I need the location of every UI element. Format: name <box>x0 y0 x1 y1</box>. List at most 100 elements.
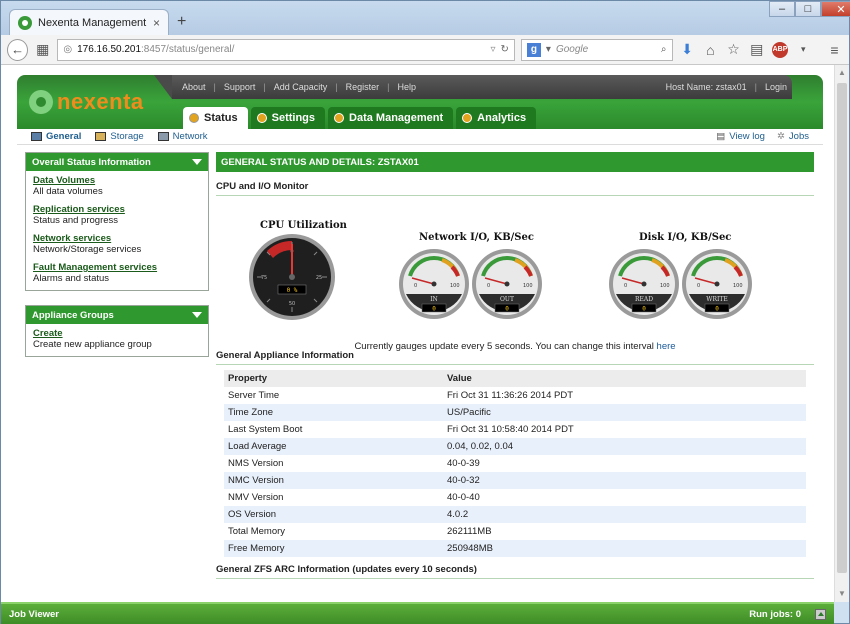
jobs-link[interactable]: ✲ Jobs <box>777 131 809 142</box>
new-tab-button[interactable]: + <box>177 13 186 31</box>
cpu-io-monitor-title: CPU and I/O Monitor <box>216 172 814 196</box>
read-gauge-value: 0 <box>642 306 646 313</box>
scroll-down-icon[interactable]: ▼ <box>838 589 846 598</box>
sub-navigation: General Storage Network ▤ View log ✲ Jobs <box>17 129 823 145</box>
adblock-icon[interactable]: ABP <box>771 41 789 59</box>
subnav-network[interactable]: Network <box>157 131 208 142</box>
link-add-capacity[interactable]: Add Capacity <box>274 82 328 92</box>
tab-status-label: Status <box>204 112 238 124</box>
web-page: nexenta About | Support | Add Capacity | Re… <box>1 65 834 602</box>
address-bar[interactable]: ◎ 176.16.50.201:8457/status/general/ ▿ ↻ <box>57 38 515 61</box>
nexenta-logo-icon <box>29 90 53 114</box>
interval-here-link[interactable]: here <box>657 341 676 352</box>
list-item: Data Volumes All data volumes <box>33 175 201 197</box>
search-icon[interactable]: ⌕ <box>661 44 667 55</box>
table-row: Server Time Fri Oct 31 11:36:26 2014 PDT <box>224 387 806 404</box>
home-icon[interactable]: ⌂ <box>702 41 719 59</box>
property-cell: Total Memory <box>224 523 443 540</box>
host-name-label: Host Name: zstax01 <box>665 82 747 92</box>
disk-write-gauge: 0 100 WRITE 0 <box>682 249 752 319</box>
in-gauge-value: 0 <box>432 306 436 313</box>
search-bar[interactable]: g ▾ Google ⌕ <box>520 38 673 61</box>
write-gauge-max: 100 <box>733 283 743 289</box>
in-gauge-min: 0 <box>414 283 417 289</box>
subnav-general-label: General <box>46 131 82 142</box>
settings-tab-icon <box>256 113 267 123</box>
appliance-groups-header[interactable]: Appliance Groups <box>26 306 208 324</box>
job-viewer-bar[interactable]: Job Viewer Run jobs: 0 <box>1 602 834 624</box>
status-title-bar: GENERAL STATUS AND DETAILS: ZSTAX01 <box>216 152 814 172</box>
page-grid-icon[interactable]: ▦ <box>34 41 51 59</box>
google-icon[interactable]: g <box>526 42 541 57</box>
network-io-title: Network I/O, KB/Sec <box>419 232 534 243</box>
value-cell: 0.04, 0.02, 0.04 <box>443 438 806 455</box>
tab-analytics[interactable]: Analytics <box>456 107 537 129</box>
subnav-general[interactable]: General <box>31 131 81 142</box>
table-row: Last System Boot Fri Oct 31 10:58:40 2014… <box>224 421 806 438</box>
tab-data-management[interactable]: Data Management <box>328 107 454 129</box>
network-services-link[interactable]: Network services <box>33 233 201 244</box>
out-gauge-min: 0 <box>487 283 490 289</box>
reload-icon[interactable]: ↻ <box>501 44 509 55</box>
property-cell: Server Time <box>224 387 443 404</box>
back-button[interactable]: ← <box>7 38 29 61</box>
property-cell: NMV Version <box>224 489 443 506</box>
login-link[interactable]: Login <box>765 82 787 92</box>
tab-status[interactable]: Status <box>183 107 248 129</box>
list-item: Network services Network/Storage services <box>33 233 201 255</box>
link-register[interactable]: Register <box>346 82 380 92</box>
network-in-gauge: 0 100 IN 0 <box>399 249 469 319</box>
data-volumes-link[interactable]: Data Volumes <box>33 175 201 186</box>
maximize-icon[interactable]: □ <box>795 1 821 17</box>
link-help[interactable]: Help <box>397 82 416 92</box>
subnav-storage[interactable]: Storage <box>95 131 144 142</box>
tab-close-icon[interactable]: × <box>153 16 160 30</box>
page-scrollbar[interactable]: ▲ ▼ <box>834 65 849 602</box>
collapse-triangle-icon[interactable] <box>192 159 202 165</box>
adblock-dropdown-icon[interactable]: ▾ <box>795 41 812 59</box>
dropdown-arrow-icon[interactable]: ▿ <box>491 44 496 55</box>
download-icon[interactable]: ⬇ <box>679 41 696 59</box>
link-about[interactable]: About <box>182 82 206 92</box>
appliance-info-table: Property Value Server Time Fri Oct 31 11:… <box>224 370 806 557</box>
scrollbar-thumb[interactable] <box>837 83 847 573</box>
link-support[interactable]: Support <box>224 82 256 92</box>
search-input[interactable]: Google <box>556 44 588 55</box>
expand-up-icon[interactable] <box>815 608 826 620</box>
appliance-groups-panel: Appliance Groups Create Create new applia… <box>25 305 209 357</box>
close-window-icon[interactable]: ✕ <box>821 1 850 17</box>
create-group-link[interactable]: Create <box>33 328 201 339</box>
logo-text: nexenta <box>57 89 144 114</box>
item-description: Status and progress <box>33 215 119 226</box>
replication-services-link[interactable]: Replication services <box>33 204 201 215</box>
browser-window: Nexenta Management Vie... × + – □ ✕ ← ▦ … <box>0 0 850 624</box>
search-engine-dropdown-icon[interactable]: ▾ <box>546 44 551 55</box>
property-cell: NMS Version <box>224 455 443 472</box>
gear-icon: ✲ <box>776 131 785 142</box>
collapse-triangle-icon[interactable] <box>192 312 202 318</box>
bookmarks-list-icon[interactable]: ▤ <box>748 41 765 59</box>
disk-io-title: Disk I/O, KB/Sec <box>639 232 732 243</box>
menu-icon[interactable]: ≡ <box>826 41 843 59</box>
table-row: OS Version 4.0.2 <box>224 506 806 523</box>
value-cell: 40-0-32 <box>443 472 806 489</box>
main-content: GENERAL STATUS AND DETAILS: ZSTAX01 CPU … <box>216 152 814 579</box>
view-log-link[interactable]: ▤ View log <box>716 131 765 142</box>
tab-settings[interactable]: Settings <box>250 107 326 129</box>
gauge-note-text: Currently gauges update every 5 seconds.… <box>354 341 657 352</box>
status-tab-icon <box>189 113 199 123</box>
jobs-label: Jobs <box>788 131 809 142</box>
scroll-up-icon[interactable]: ▲ <box>838 68 846 77</box>
fault-management-link[interactable]: Fault Management services <box>33 262 201 273</box>
browser-tab[interactable]: Nexenta Management Vie... × <box>9 9 169 35</box>
overall-status-header[interactable]: Overall Status Information <box>26 153 208 171</box>
view-log-label: View log <box>729 131 765 142</box>
value-cell: Fri Oct 31 11:36:26 2014 PDT <box>443 387 806 404</box>
read-gauge-max: 100 <box>660 283 670 289</box>
value-cell: 40-0-40 <box>443 489 806 506</box>
cpu-tick-75: 75 <box>261 275 267 281</box>
minimize-icon[interactable]: – <box>769 1 795 17</box>
cpu-tick-25: 25 <box>316 275 322 281</box>
nexenta-favicon-icon <box>18 15 32 30</box>
bookmark-star-icon[interactable]: ☆ <box>725 41 742 59</box>
